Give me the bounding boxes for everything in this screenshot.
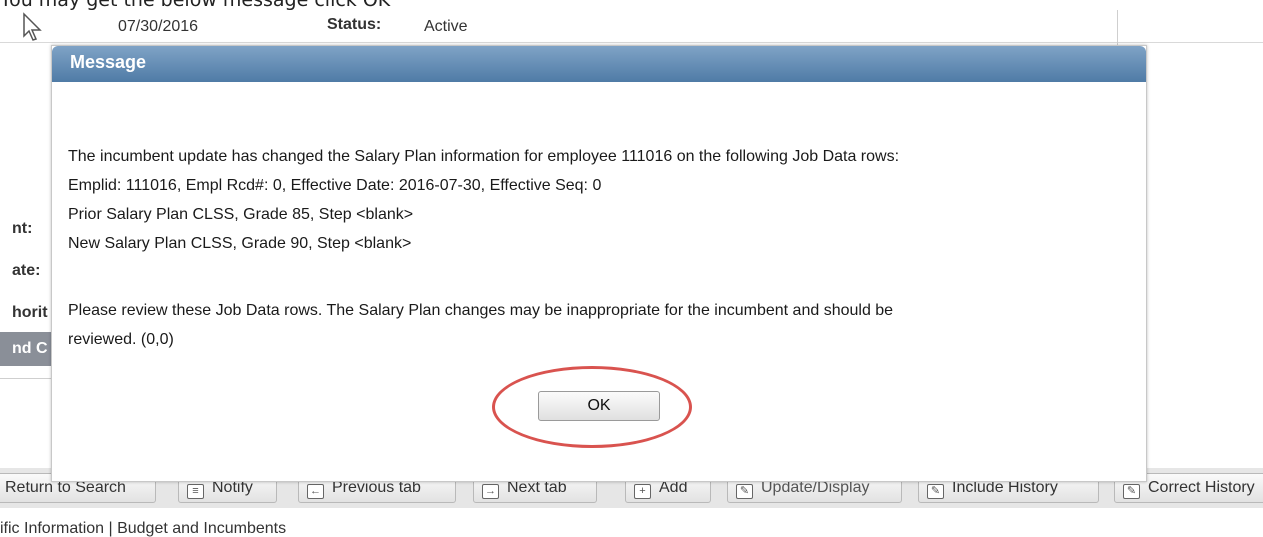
message-line: reviewed. (0,0) bbox=[68, 331, 174, 348]
previous-tab-icon: ← bbox=[307, 484, 324, 499]
side-field-label: horit bbox=[12, 304, 48, 321]
message-line: New Salary Plan CLSS, Grade 90, Step <bl… bbox=[68, 235, 412, 252]
button-label: Correct History bbox=[1148, 479, 1255, 496]
status-label: Status: bbox=[327, 16, 382, 33]
message-line: Please review these Job Data rows. The S… bbox=[68, 302, 894, 319]
side-field-label: ate: bbox=[12, 262, 41, 279]
message-line: The incumbent update has changed the Sal… bbox=[68, 148, 900, 165]
panel-divider bbox=[1117, 10, 1118, 47]
effective-date-value: 07/30/2016 bbox=[118, 18, 199, 35]
employee-summary-row: 07/30/2016 Status: Active bbox=[0, 10, 1263, 43]
add-icon: + bbox=[634, 484, 651, 499]
status-value: Active bbox=[424, 18, 468, 35]
update-display-icon: ✎ bbox=[736, 484, 753, 499]
app-screen: 07/30/2016 Status: Active nt: ate: horit… bbox=[0, 10, 1263, 537]
include-history-icon: ✎ bbox=[927, 484, 944, 499]
dialog-header: Message bbox=[52, 46, 1146, 82]
page-links[interactable]: ific Information | Budget and Incumbents bbox=[0, 520, 286, 537]
message-dialog: Message The incumbent update has changed… bbox=[51, 45, 1147, 482]
mouse-pointer-icon bbox=[23, 12, 42, 41]
message-line: Prior Salary Plan CLSS, Grade 85, Step <… bbox=[68, 206, 414, 223]
next-tab-icon: → bbox=[482, 484, 499, 499]
correct-history-icon: ✎ bbox=[1123, 484, 1140, 499]
side-field-label: nt: bbox=[12, 220, 33, 237]
ok-button[interactable]: OK bbox=[538, 391, 660, 421]
message-line: Emplid: 111016, Empl Rcd#: 0, Effective … bbox=[68, 177, 602, 194]
notify-icon: ≡ bbox=[187, 484, 204, 499]
dialog-title: Message bbox=[70, 52, 147, 72]
